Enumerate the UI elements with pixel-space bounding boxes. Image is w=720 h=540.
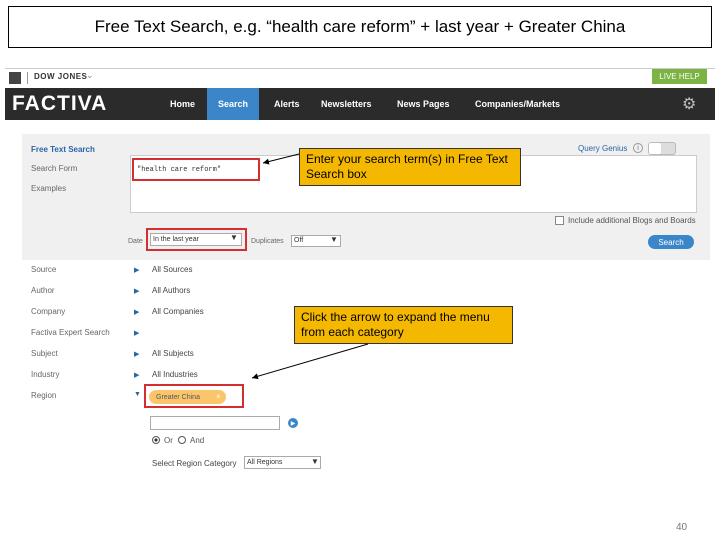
callout-1-arrow (262, 153, 300, 165)
callout-arrows (251, 153, 369, 380)
page-number: 40 (676, 522, 688, 533)
callout-2-arrow (251, 343, 369, 380)
